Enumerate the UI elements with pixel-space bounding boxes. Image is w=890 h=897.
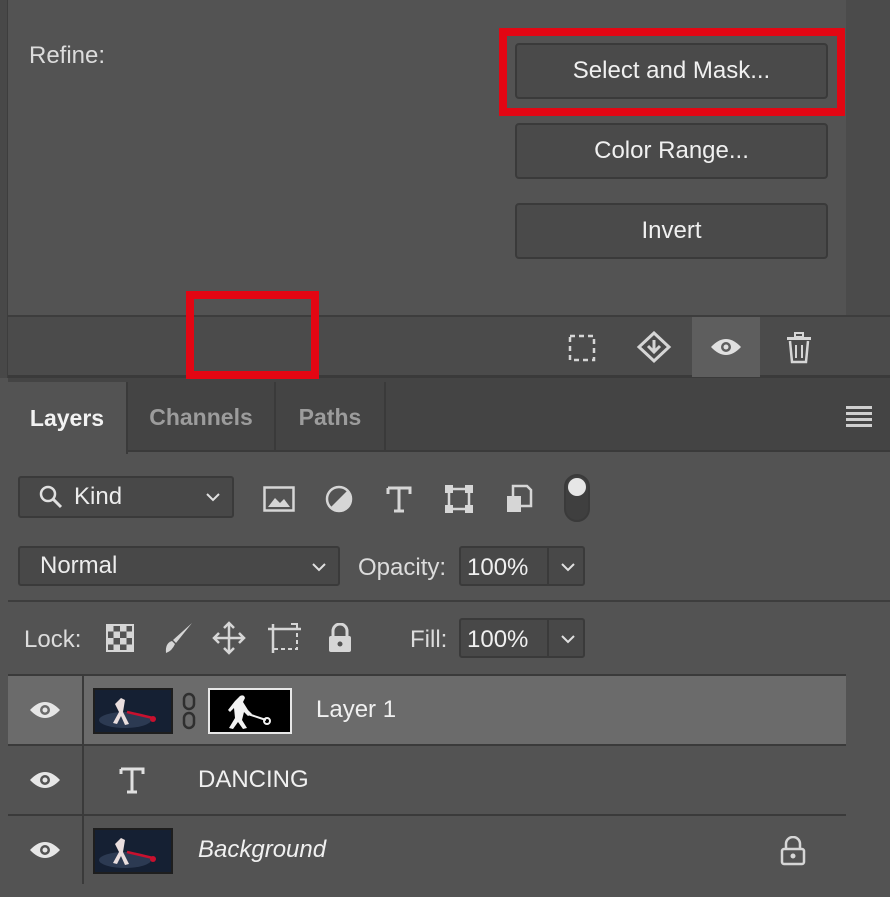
tab-paths[interactable]: Paths	[276, 382, 386, 452]
layer-row-background[interactable]: Background	[8, 814, 846, 884]
opacity-value: 100%	[467, 554, 529, 581]
kind-label: Kind	[74, 483, 123, 510]
apply-mask-icon[interactable]	[630, 327, 678, 369]
filter-toggle-switch[interactable]	[564, 474, 590, 522]
mask-link-chain-icon[interactable]	[182, 692, 196, 730]
tab-channels[interactable]: Channels	[128, 382, 276, 452]
opacity-field[interactable]: 100%	[459, 546, 585, 586]
lock-row: Lock: Fill: 100%	[8, 602, 890, 674]
visibility-eye-icon[interactable]	[692, 317, 760, 377]
layer-locked-icon[interactable]	[780, 836, 806, 866]
adjustment-filter-icon[interactable]	[321, 482, 357, 516]
kind-filter-select[interactable]: Kind	[18, 476, 234, 518]
layer-visibility-eye-icon[interactable]	[8, 746, 84, 814]
trash-icon[interactable]	[775, 327, 823, 369]
invert-button[interactable]: Invert	[515, 203, 828, 259]
lock-all-icon[interactable]	[322, 620, 358, 656]
lock-transparent-pixels-icon[interactable]	[102, 620, 138, 656]
lock-label: Lock:	[24, 626, 82, 653]
tab-layers[interactable]: Layers	[8, 382, 128, 454]
chevron-down-icon	[312, 563, 326, 572]
fill-label: Fill:	[410, 626, 448, 653]
layer-visibility-eye-icon[interactable]	[8, 816, 84, 884]
lock-artboard-icon[interactable]	[267, 620, 303, 656]
properties-scrollbar-area[interactable]	[846, 0, 890, 315]
chevron-down-icon[interactable]	[559, 630, 577, 648]
opacity-label: Opacity:	[358, 554, 447, 581]
search-icon	[39, 485, 63, 509]
properties-footer	[8, 315, 890, 378]
layer-name[interactable]: DANCING	[198, 766, 309, 794]
image-filter-icon[interactable]	[261, 482, 297, 516]
smart-object-filter-icon[interactable]	[501, 482, 537, 516]
lock-image-pixels-brush-icon[interactable]	[160, 620, 196, 656]
fill-field[interactable]: 100%	[459, 618, 585, 658]
selection-from-mask-icon[interactable]	[558, 327, 606, 369]
layer-row-dancing[interactable]: DANCING	[8, 744, 846, 814]
blend-mode-value: Normal	[40, 552, 118, 579]
toggle-knob	[568, 478, 586, 496]
layer-mask-highlight	[186, 291, 319, 379]
lock-position-move-icon[interactable]	[211, 620, 247, 656]
select-and-mask-highlight	[499, 28, 845, 116]
layer-name[interactable]: Background	[198, 836, 326, 864]
chevron-down-icon	[206, 493, 220, 502]
layers-panel: Layers Channels Paths Kind Normal Opacit…	[0, 378, 890, 897]
layer-filter-row: Kind	[8, 452, 890, 532]
layer-visibility-eye-icon[interactable]	[8, 676, 84, 744]
type-filter-icon[interactable]	[381, 482, 417, 516]
layers-scrollbar-area[interactable]	[846, 674, 890, 897]
blend-mode-select[interactable]: Normal	[18, 546, 340, 586]
layer-thumbnail	[93, 828, 173, 874]
panel-menu-icon[interactable]	[846, 406, 872, 430]
shape-filter-icon[interactable]	[441, 482, 477, 516]
text-layer-type-icon	[119, 767, 145, 794]
fill-value: 100%	[467, 626, 529, 653]
color-range-button[interactable]: Color Range...	[515, 123, 828, 179]
chevron-down-icon[interactable]	[559, 558, 577, 576]
refine-label: Refine:	[29, 42, 106, 69]
layer-name[interactable]: Layer 1	[316, 696, 396, 724]
panel-left-edge	[0, 0, 8, 378]
layer-row-layer-1[interactable]: Layer 1	[8, 674, 846, 744]
layer-thumbnail	[93, 688, 173, 734]
properties-panel: Refine: Select and Mask... Color Range..…	[0, 0, 890, 378]
panel-tab-bar: Layers Channels Paths	[8, 378, 890, 454]
layer-mask-thumbnail[interactable]	[208, 688, 292, 734]
blend-row: Normal Opacity: 100%	[8, 532, 890, 602]
layer-list: Layer 1 DANCING Background	[8, 674, 846, 897]
